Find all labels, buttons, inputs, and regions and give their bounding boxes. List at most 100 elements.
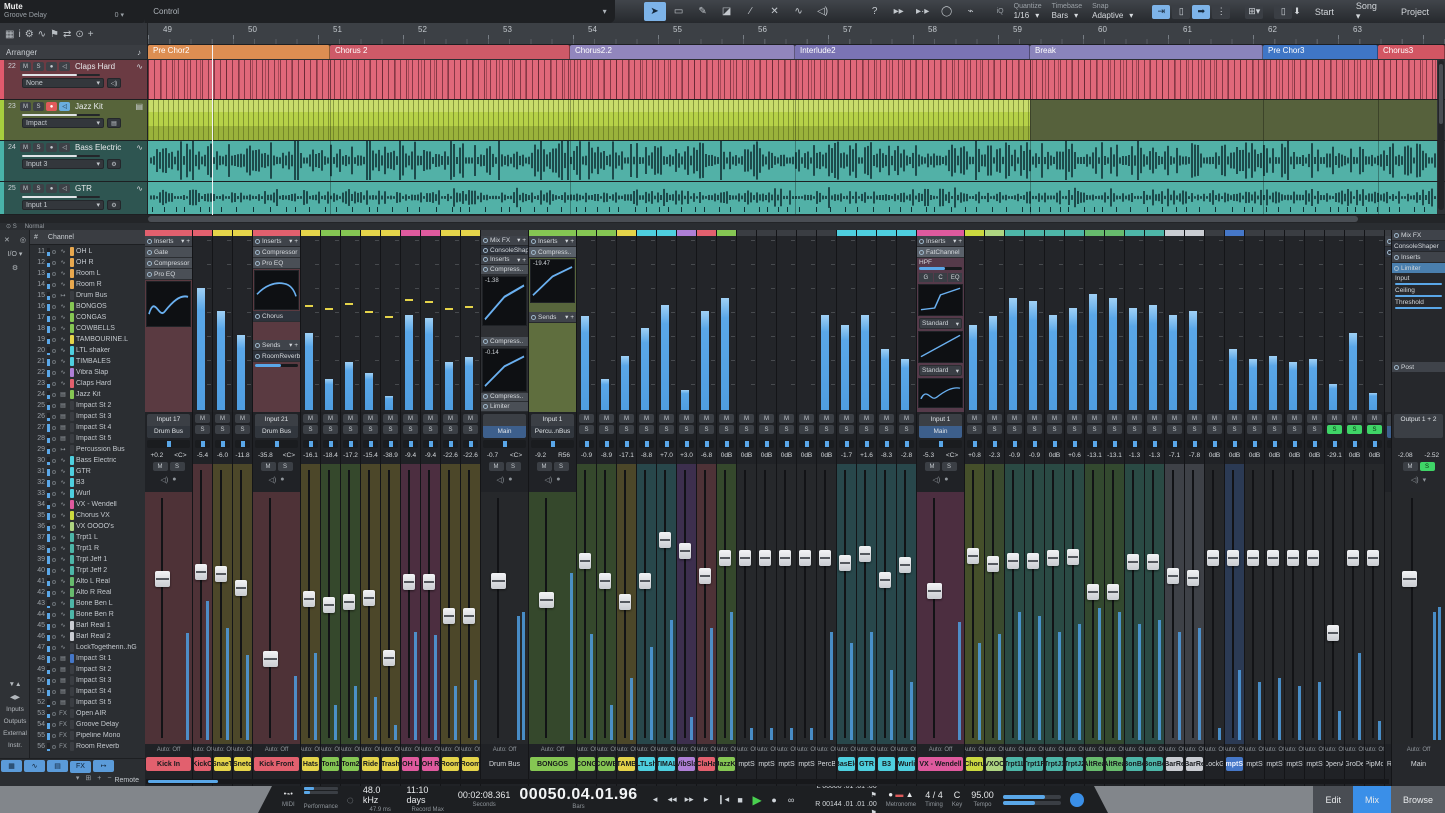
channel-list-item-14[interactable]: 14 ∿ Room R xyxy=(30,279,145,290)
info-icon[interactable]: i xyxy=(18,29,20,40)
mute-button[interactable]: M xyxy=(659,414,674,423)
fader-handle[interactable] xyxy=(659,532,671,548)
automation-mode-label[interactable]: Auto: Off xyxy=(577,744,596,756)
speaker-icon[interactable]: ◁) xyxy=(1411,476,1419,484)
fader-handle[interactable] xyxy=(1147,554,1159,570)
automation-mode-label[interactable]: Auto: Off xyxy=(1285,744,1304,756)
arranger-section-chorus3[interactable]: Chorus3 xyxy=(1378,45,1445,59)
channel-list-item-47[interactable]: 47 ∿ LockTogetherin..hG xyxy=(30,642,145,653)
channel-label[interactable]: ImptSt xyxy=(798,757,815,771)
chevron-down-icon[interactable]: ▾ + xyxy=(565,237,574,245)
channel-list-item-43[interactable]: 43 ∿ Bone Ben L xyxy=(30,598,145,609)
channel-strip-room-l[interactable]: MS -22.6 Auto: OffRoom xyxy=(441,230,461,786)
close-icon[interactable]: ✕ xyxy=(4,236,10,244)
automation-mode-label[interactable]: Auto: Off xyxy=(1392,744,1445,756)
fader-area[interactable] xyxy=(361,464,380,744)
plugin-graph[interactable]: -19.47 xyxy=(530,259,575,303)
mute-button[interactable]: M xyxy=(152,462,168,471)
channel-list-item-48[interactable]: 48 ▤ Impact St 1 xyxy=(30,653,145,664)
mute-button[interactable]: M xyxy=(463,414,478,423)
listen-tool[interactable]: ◁) xyxy=(812,2,834,21)
pin-icon[interactable]: ▾ xyxy=(1423,476,1427,484)
fader-area[interactable] xyxy=(1365,464,1384,744)
panel-header-inserts[interactable]: Inserts ▾ + xyxy=(253,236,300,247)
pencil-tool[interactable]: ✎ xyxy=(692,2,714,21)
channel-label[interactable]: TrptJ1 xyxy=(1046,757,1063,771)
fader-handle[interactable] xyxy=(739,550,751,566)
insert-pro-eq[interactable]: Pro EQ xyxy=(253,258,300,269)
channel-strip-room-r[interactable]: MS -22.6 Auto: OffRoom xyxy=(461,230,481,786)
record-arm-button[interactable]: ● xyxy=(46,62,57,71)
channel-label[interactable]: Tom1 xyxy=(322,757,339,771)
mute-button[interactable]: M xyxy=(819,414,834,423)
key-display[interactable]: C Key xyxy=(952,790,962,810)
power-icon[interactable] xyxy=(483,257,488,263)
power-icon[interactable] xyxy=(255,238,260,244)
solo-button[interactable]: S xyxy=(941,462,957,471)
pan-slider[interactable] xyxy=(619,440,634,448)
marker-icon[interactable]: ⚑ xyxy=(50,29,59,40)
pan-slider[interactable] xyxy=(599,440,614,448)
performance-meter[interactable]: Performance xyxy=(303,786,338,813)
tab-c[interactable]: C xyxy=(933,273,948,282)
fader-area[interactable] xyxy=(717,464,736,744)
solo-button[interactable]: S xyxy=(323,425,338,434)
channel-active-dot[interactable] xyxy=(52,678,56,683)
iq-label[interactable]: iQ xyxy=(997,8,1004,16)
solo-button[interactable]: S xyxy=(1227,425,1242,434)
automation-mode-label[interactable]: Auto: Off xyxy=(1325,744,1344,756)
timing-display[interactable]: 4 / 4 Timing xyxy=(925,790,943,810)
insert-fatchannel[interactable]: FatChannel xyxy=(917,247,964,258)
channel-active-dot[interactable] xyxy=(52,656,56,661)
power-icon[interactable] xyxy=(1394,364,1399,370)
channel-strip-impact-st-4[interactable]: MS 0dB Auto: OffImptSt xyxy=(777,230,797,786)
groove-icon[interactable]: ⊙ xyxy=(75,29,83,40)
channel-active-dot[interactable] xyxy=(52,568,56,573)
fader-handle[interactable] xyxy=(1047,550,1059,566)
fader-area[interactable] xyxy=(637,464,656,744)
fader-area[interactable] xyxy=(1125,464,1144,744)
pager-button[interactable]: + xyxy=(97,775,101,782)
channel-list-item-37[interactable]: 37 ∿ Trpt1 L xyxy=(30,532,145,543)
track-volume-slider[interactable] xyxy=(22,114,100,116)
pan-slider[interactable] xyxy=(799,440,814,448)
mute-button[interactable]: M xyxy=(536,462,552,471)
fader-handle[interactable] xyxy=(1247,550,1259,566)
channel-active-dot[interactable] xyxy=(52,623,56,628)
power-icon[interactable] xyxy=(255,313,260,319)
fader-handle[interactable] xyxy=(839,555,851,571)
gear-icon[interactable]: ⚙ xyxy=(107,200,121,210)
transform-icon[interactable]: ⇄ xyxy=(63,29,71,40)
channel-label[interactable]: KickO xyxy=(194,757,211,771)
project-page-button[interactable]: Project xyxy=(1393,4,1437,20)
pan-slider[interactable] xyxy=(383,440,398,448)
power-icon[interactable] xyxy=(1394,232,1399,238)
grid-toggle-button[interactable]: ▯ xyxy=(1172,4,1191,19)
channel-strip-bone-ben-l[interactable]: MS -1.3 Auto: OffBonBe xyxy=(1125,230,1145,786)
io-select[interactable]: Input 1 Main xyxy=(919,414,962,438)
channel-label[interactable]: AltRea xyxy=(1106,757,1123,771)
channel-list-item-27[interactable]: 27 ▤ Impact St 4 xyxy=(30,422,145,433)
record-icon[interactable]: ● xyxy=(508,476,512,484)
automation-mode-label[interactable]: Auto: Off xyxy=(797,744,816,756)
power-icon[interactable] xyxy=(919,249,924,255)
panel-header-sends[interactable]: Sends ▾ + xyxy=(253,340,300,351)
channel-label[interactable]: Room xyxy=(462,757,479,771)
record-arm-button[interactable]: ● xyxy=(46,143,57,152)
channel-list-item-50[interactable]: 50 ▤ Impact St 3 xyxy=(30,675,145,686)
fader-handle[interactable] xyxy=(1267,550,1279,566)
fader-area[interactable] xyxy=(577,464,596,744)
automation-mode-label[interactable]: Auto: Off xyxy=(1025,744,1044,756)
fader-handle[interactable] xyxy=(383,650,395,666)
automation-mode-label[interactable]: Auto: Off xyxy=(777,744,796,756)
solo-button[interactable]: S xyxy=(839,425,854,434)
layout-grid-button[interactable]: ⊞▾ xyxy=(1245,4,1264,19)
solo-button[interactable]: S xyxy=(599,425,614,434)
automation-mode-label[interactable]: Auto: Off xyxy=(421,744,440,756)
fast-forward-button[interactable]: ▸▸ xyxy=(681,792,698,807)
pan-slider[interactable] xyxy=(1287,440,1302,448)
mute-button[interactable]: M xyxy=(1367,414,1382,423)
track-header-22[interactable]: 22 M S ● ◁ Claps Hard ∿ None ▾ ◁) xyxy=(0,60,148,99)
solo-button[interactable]: S xyxy=(169,462,185,471)
solo-button[interactable]: S xyxy=(303,425,318,434)
